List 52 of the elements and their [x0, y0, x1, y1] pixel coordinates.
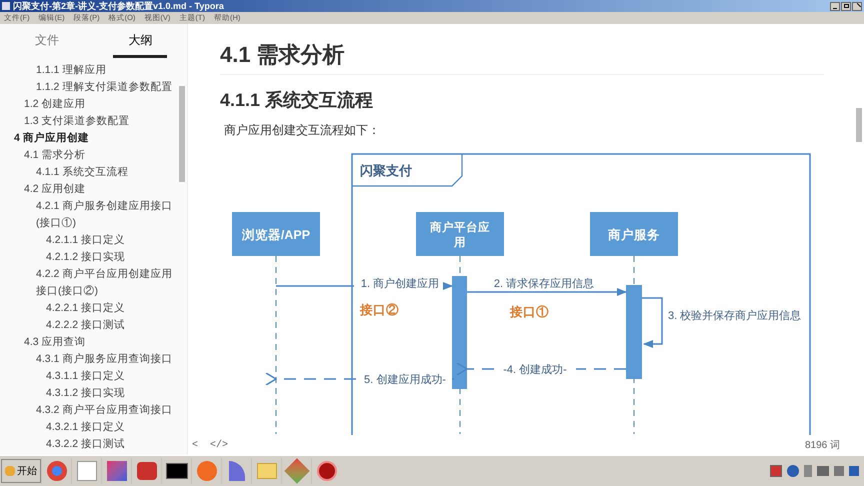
- back-link[interactable]: <: [192, 438, 198, 452]
- outline-item[interactable]: 4.2.2.2 接口测试: [0, 317, 175, 334]
- message-label: 3. 校验并保存商户应用信息: [668, 310, 802, 322]
- outline-item[interactable]: 1.1.2 理解支付渠道参数配置: [0, 79, 175, 96]
- sidebar-tab[interactable]: 大纲: [94, 24, 187, 62]
- minimize-icon[interactable]: [830, 2, 840, 10]
- outline-item[interactable]: 4.3.1.2 接口实现: [0, 385, 175, 402]
- outline-item[interactable]: 4.1 需求分析: [0, 147, 175, 164]
- message-label: 5. 创建应用成功-: [364, 374, 446, 386]
- subheading: 4.1.1 系统交互流程: [220, 89, 374, 112]
- outline-item[interactable]: 4.2 应用创建: [0, 181, 175, 198]
- shapes-icon[interactable]: [281, 458, 311, 484]
- outline-item[interactable]: 4.3.2.1 接口定义: [0, 419, 175, 436]
- message-label: 2. 请求保存应用信息: [494, 278, 594, 290]
- outline-item[interactable]: 4.3.1.1 接口定义: [0, 368, 175, 385]
- message-label: 1. 商户创建应用: [360, 278, 440, 290]
- outline-item[interactable]: 4.2.1.2 接口实现: [0, 249, 175, 266]
- outline-item[interactable]: 4.3.2.2 接口测试: [0, 436, 175, 453]
- outline-item[interactable]: 1.3 支付渠道参数配置: [0, 113, 175, 130]
- outline-item[interactable]: 4.3.1 商户服务应用查询接口: [0, 351, 175, 368]
- participant-label: 商户服务: [608, 228, 660, 242]
- app-icon: [2, 2, 10, 10]
- frame-label: 闪聚支付: [360, 163, 412, 178]
- outline-item[interactable]: 4.3.2 商户平台应用查询接口: [0, 402, 175, 419]
- outline-item[interactable]: 1.2 创建应用: [0, 96, 175, 113]
- outline-item[interactable]: 4.2.2 商户平台应用创建应用接口(接口②): [0, 266, 175, 300]
- close-icon[interactable]: [852, 2, 862, 10]
- outline-item[interactable]: 4.1.1 系统交互流程: [0, 164, 175, 181]
- outline-item[interactable]: 4.2.1 商户服务创建应用接口(接口①): [0, 198, 175, 232]
- word-count: 8196 词: [804, 438, 840, 452]
- scrollbar-thumb[interactable]: [179, 86, 185, 182]
- outline-item[interactable]: 4 商户应用创建: [0, 130, 175, 147]
- terminal-icon[interactable]: [161, 458, 191, 484]
- outline-item[interactable]: 4.2.2.1 接口定义: [0, 300, 175, 317]
- outline-item[interactable]: 1.1.1 理解应用: [0, 62, 175, 79]
- self-message-arrow: [642, 297, 663, 348]
- outline-item[interactable]: 4.2.1.1 接口定义: [0, 232, 175, 249]
- participant-label: 浏览器/APP: [242, 228, 310, 242]
- heading: 4.1 需求分析: [220, 40, 824, 75]
- restore-icon[interactable]: [841, 2, 851, 10]
- scrollbar-thumb[interactable]: [856, 108, 862, 142]
- paragraph: 商户应用创建交互流程如下：: [224, 122, 381, 139]
- message-label: -4. 创建成功-: [503, 364, 567, 376]
- window-title: 闪聚支付-第2章-讲义-支付参数配置v1.0.md - Typora: [13, 0, 224, 12]
- help-icon[interactable]: [787, 465, 799, 477]
- participant-label: 商户平台应用: [430, 222, 490, 249]
- outline-item[interactable]: 4.3 应用查询: [0, 334, 175, 351]
- interface-note: 接口①: [510, 305, 549, 319]
- source-mode-toggle[interactable]: </>: [210, 438, 228, 452]
- start-button[interactable]: 开始: [1, 459, 41, 483]
- interface-note: 接口②: [360, 303, 399, 317]
- sidebar-tab[interactable]: 文件: [0, 24, 94, 62]
